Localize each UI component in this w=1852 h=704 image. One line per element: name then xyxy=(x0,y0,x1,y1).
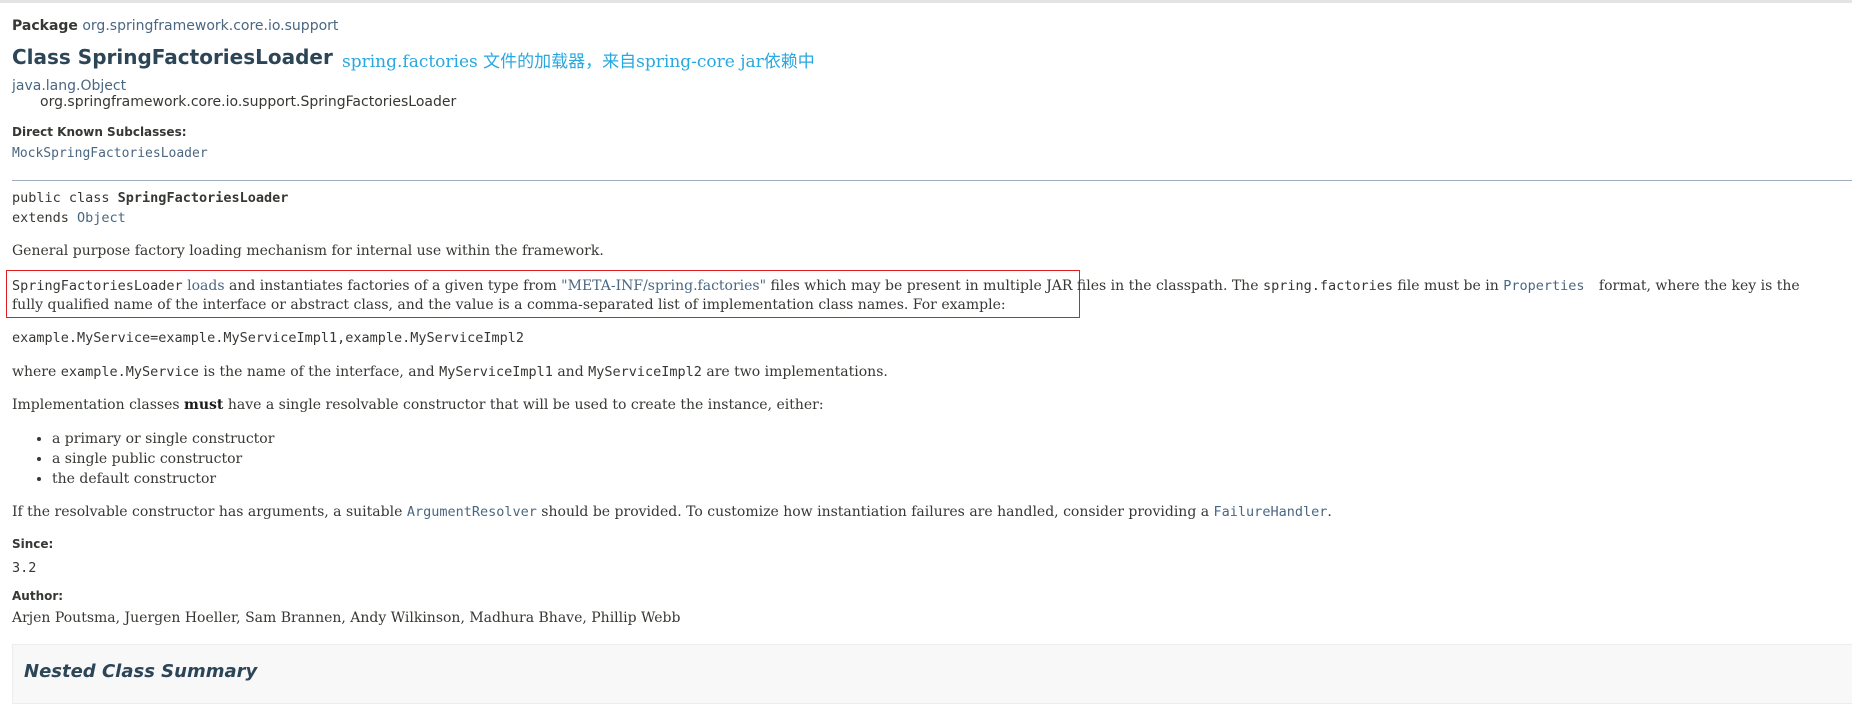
nested-class-summary: Nested Class Summary xyxy=(12,644,1852,704)
code-impl1: MyServiceImpl1 xyxy=(439,364,553,380)
list-item: the default constructor xyxy=(52,469,274,489)
author-label: Author: xyxy=(12,589,64,603)
description-paragraph-4: Implementation classes must have a singl… xyxy=(12,397,824,413)
list-item: a primary or single constructor xyxy=(52,429,274,449)
description-paragraph-2: SpringFactoriesLoader loads and instanti… xyxy=(12,278,1800,313)
subclass-link[interactable]: MockSpringFactoriesLoader xyxy=(12,146,208,161)
inheritance-parent-link[interactable]: java.lang.Object xyxy=(12,78,126,94)
example-code: example.MyService=example.MyServiceImpl1… xyxy=(12,330,525,346)
argumentresolver-link[interactable]: ArgumentResolver xyxy=(407,504,537,520)
annotation-note: spring.factories 文件的加载器，来自spring-core ja… xyxy=(342,52,815,72)
code-impl2: MyServiceImpl2 xyxy=(588,364,702,380)
page-title: Class SpringFactoriesLoader xyxy=(12,45,333,69)
description-paragraph-5: If the resolvable constructor has argume… xyxy=(12,504,1332,520)
extends-clause: extends Object xyxy=(12,210,126,226)
class-signature: public class SpringFactoriesLoader xyxy=(12,190,288,206)
nested-class-summary-title: Nested Class Summary xyxy=(24,661,258,682)
description-paragraph-3: where example.MyService is the name of t… xyxy=(12,364,888,380)
code-springfactoriesloader: SpringFactoriesLoader xyxy=(12,278,183,294)
signature-prefix: public class xyxy=(12,190,118,206)
inheritance-child: org.springframework.core.io.support.Spri… xyxy=(40,94,457,110)
meta-inf-path-link[interactable]: "META-INF/spring.factories" xyxy=(561,278,766,294)
signature-class-name: SpringFactoriesLoader xyxy=(117,190,289,206)
extends-keyword: extends xyxy=(12,210,78,226)
divider xyxy=(12,180,1852,181)
package-line: Package org.springframework.core.io.supp… xyxy=(12,18,338,34)
extends-type-link[interactable]: Object xyxy=(77,210,126,226)
code-myservice: example.MyService xyxy=(60,364,199,380)
since-label: Since: xyxy=(12,537,54,551)
author-value: Arjen Poutsma, Juergen Hoeller, Sam Bran… xyxy=(12,610,681,626)
description-intro: General purpose factory loading mechanis… xyxy=(12,243,604,259)
must-emphasis: must xyxy=(184,397,224,413)
code-spring-factories: spring.factories xyxy=(1262,278,1393,294)
list-item: a single public constructor xyxy=(52,449,274,469)
properties-link[interactable]: Properties xyxy=(1503,278,1584,294)
failurehandler-link[interactable]: FailureHandler xyxy=(1214,504,1328,520)
since-value: 3.2 xyxy=(12,560,37,576)
loads-link[interactable]: loads xyxy=(187,278,224,294)
subclasses-label: Direct Known Subclasses: xyxy=(12,125,187,139)
constructor-list: a primary or single constructor a single… xyxy=(12,429,274,489)
package-label: Package xyxy=(12,18,78,34)
package-link[interactable]: org.springframework.core.io.support xyxy=(82,18,338,34)
